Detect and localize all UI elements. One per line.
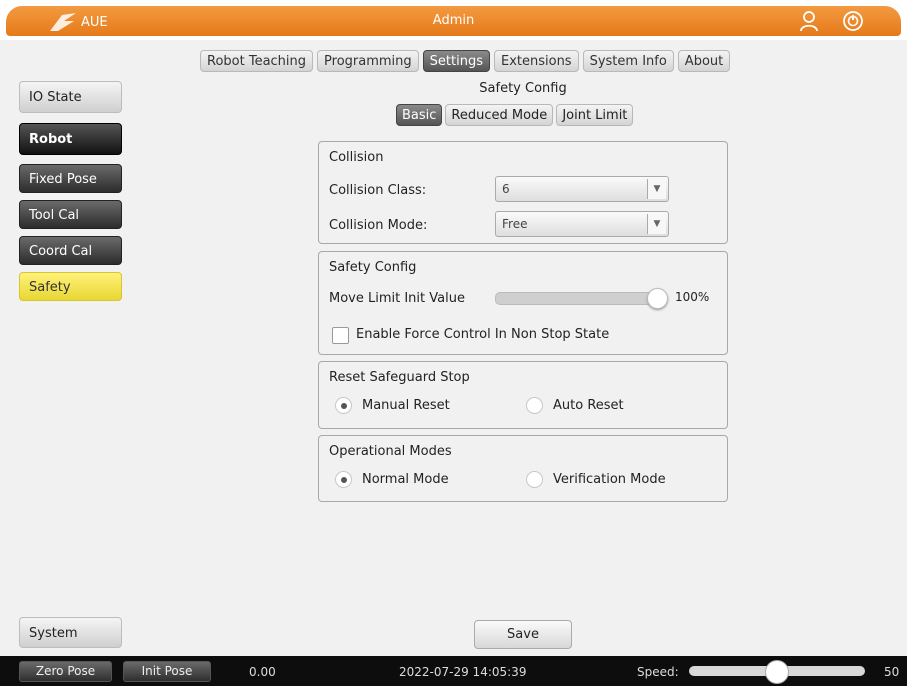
move-limit-slider-handle[interactable]	[647, 288, 668, 309]
auto-reset-radio[interactable]	[526, 397, 543, 414]
tab-extensions[interactable]: Extensions	[493, 50, 579, 72]
title-bar: AUE Admin	[0, 0, 907, 40]
status-value: 0.00	[249, 665, 276, 679]
verification-mode-radio[interactable]	[526, 471, 543, 488]
sidebar-item-system[interactable]: System	[19, 617, 122, 648]
sidebar-item-tool-cal[interactable]: Tool Cal	[19, 200, 122, 229]
manual-reset-label: Manual Reset	[362, 398, 450, 413]
chevron-down-icon: ▼	[647, 179, 666, 199]
reset-safeguard-title: Reset Safeguard Stop	[329, 370, 470, 385]
zero-pose-button[interactable]: Zero Pose	[19, 661, 112, 682]
sidebar-item-coord-cal[interactable]: Coord Cal	[19, 236, 122, 265]
collision-class-label: Collision Class:	[329, 183, 427, 198]
sidebar-item-io-state[interactable]: IO State	[19, 81, 122, 113]
force-control-checkbox[interactable]	[332, 327, 349, 344]
move-limit-value: 100%	[675, 290, 710, 304]
normal-mode-radio[interactable]	[335, 471, 352, 488]
save-button[interactable]: Save	[474, 620, 572, 649]
tab-about[interactable]: About	[677, 50, 731, 72]
collision-mode-value: Free	[502, 217, 528, 231]
sidebar-item-fixed-pose[interactable]: Fixed Pose	[19, 164, 122, 193]
tab-robot-teaching[interactable]: Robot Teaching	[200, 50, 314, 72]
power-icon[interactable]	[841, 9, 865, 33]
force-control-label: Enable Force Control In Non Stop State	[356, 327, 610, 342]
main-tabs: Robot Teaching Programming Settings Exte…	[200, 50, 731, 72]
chevron-down-icon: ▼	[647, 214, 666, 234]
reset-safeguard-panel: Reset Safeguard Stop Manual Reset Auto R…	[318, 361, 728, 429]
move-limit-label: Move Limit Init Value	[329, 291, 465, 306]
normal-mode-label: Normal Mode	[362, 472, 449, 487]
operational-modes-panel: Operational Modes Normal Mode Verificati…	[318, 435, 728, 502]
subtab-reduced-mode[interactable]: Reduced Mode	[445, 104, 554, 126]
sidebar-item-robot[interactable]: Robot	[19, 123, 122, 155]
status-datetime: 2022-07-29 14:05:39	[399, 665, 527, 679]
subtab-basic[interactable]: Basic	[396, 104, 443, 126]
collision-mode-label: Collision Mode:	[329, 218, 428, 233]
sidebar-item-safety[interactable]: Safety	[19, 272, 122, 301]
safety-config-panel: Safety Config Move Limit Init Value 100%…	[318, 251, 728, 355]
manual-reset-radio[interactable]	[335, 397, 352, 414]
collision-class-select[interactable]: 6 ▼	[495, 176, 669, 202]
tab-system-info[interactable]: System Info	[582, 50, 674, 72]
title-bar-band: AUE Admin	[6, 6, 901, 36]
speed-value: 50	[884, 665, 900, 679]
window-title: Admin	[432, 13, 475, 28]
tab-settings[interactable]: Settings	[422, 50, 490, 72]
page-title: Safety Config	[479, 81, 567, 96]
status-bar: Zero Pose Init Pose 0.00 2022-07-29 14:0…	[0, 656, 907, 686]
safety-config-title: Safety Config	[329, 260, 417, 275]
sub-tabs: Basic Reduced Mode Joint Limit	[396, 104, 634, 126]
speed-slider-handle[interactable]	[765, 660, 789, 684]
operational-modes-title: Operational Modes	[329, 444, 452, 459]
tab-programming[interactable]: Programming	[317, 50, 419, 72]
init-pose-button[interactable]: Init Pose	[123, 661, 211, 682]
collision-panel: Collision Collision Class: 6 ▼ Collision…	[318, 141, 728, 244]
collision-mode-select[interactable]: Free ▼	[495, 211, 669, 237]
collision-class-value: 6	[502, 182, 510, 196]
user-icon[interactable]	[797, 9, 821, 33]
move-limit-slider[interactable]	[495, 292, 663, 305]
speed-label: Speed:	[637, 665, 679, 679]
verification-mode-label: Verification Mode	[553, 472, 666, 487]
subtab-joint-limit[interactable]: Joint Limit	[556, 104, 634, 126]
auto-reset-label: Auto Reset	[553, 398, 624, 413]
collision-title: Collision	[329, 150, 384, 165]
